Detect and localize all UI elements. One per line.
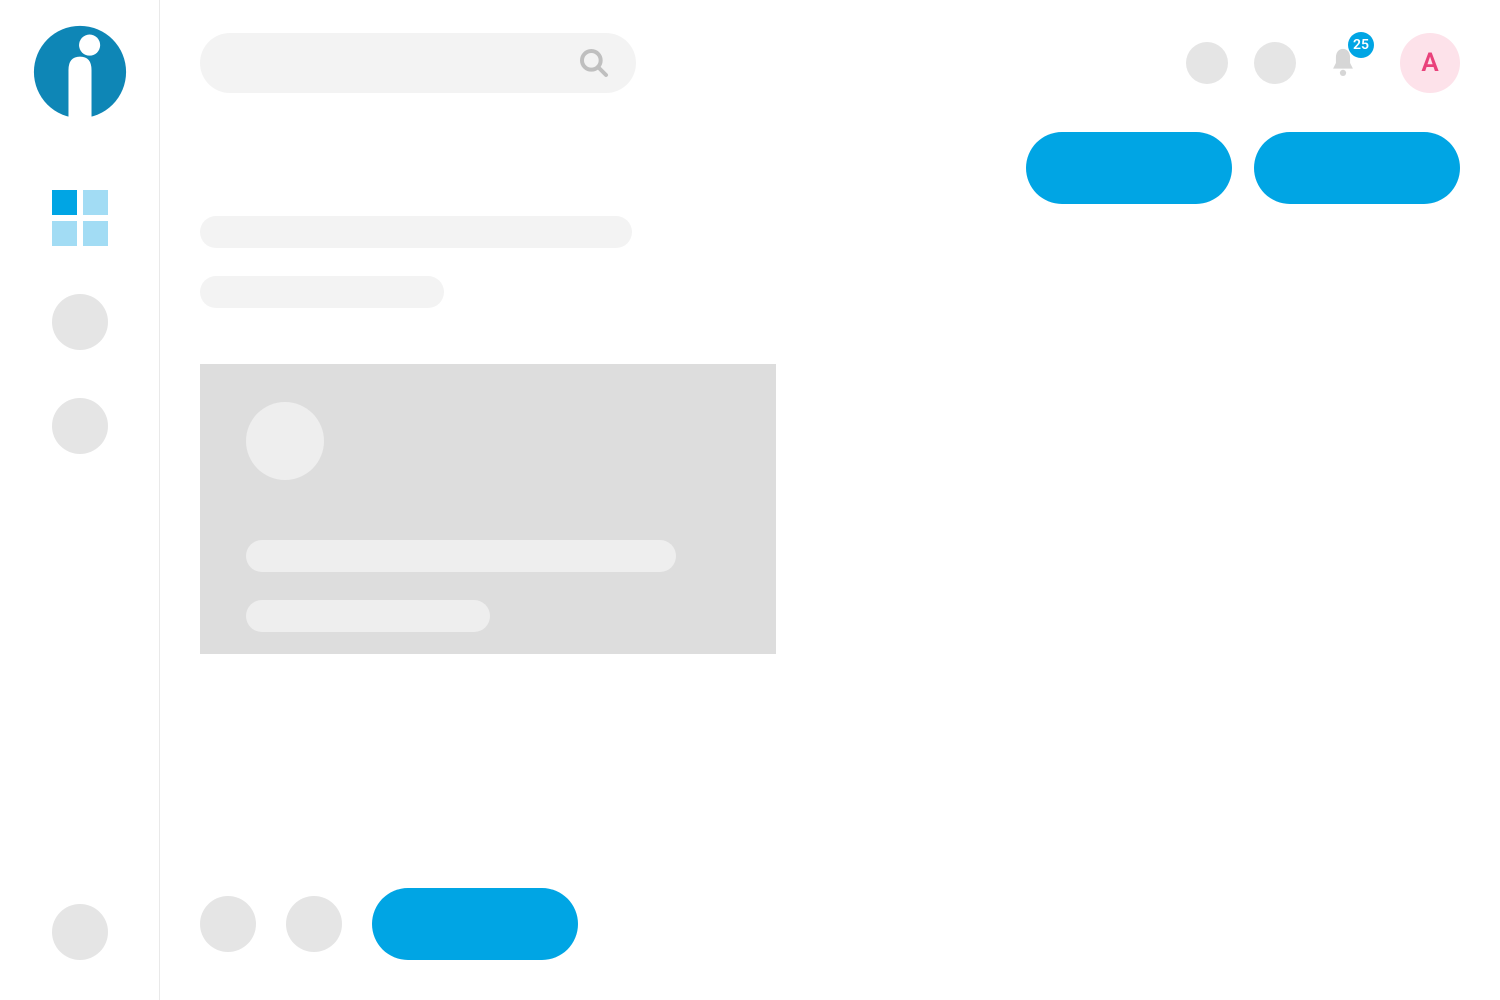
grid-icon-cell [52, 221, 77, 246]
sidebar-item-placeholder-2[interactable] [52, 398, 108, 454]
sidebar [0, 0, 160, 1000]
card-line-1-skeleton [246, 540, 676, 572]
main-area: 25 A [160, 0, 1500, 1000]
grid-icon-cell [83, 221, 108, 246]
card-line-2-skeleton [246, 600, 490, 632]
topbar-action-1[interactable] [1186, 42, 1228, 84]
topbar-action-2[interactable] [1254, 42, 1296, 84]
search-input[interactable] [200, 33, 636, 93]
page-subtitle-skeleton [200, 276, 444, 308]
notification-badge: 25 [1348, 32, 1374, 58]
header-actions [1026, 132, 1460, 204]
grid-icon-cell [83, 190, 108, 215]
content-area [200, 216, 1460, 654]
primary-action-button[interactable] [1026, 132, 1232, 204]
notifications-button[interactable]: 25 [1322, 42, 1364, 84]
grid-icon-cell [52, 190, 77, 215]
sidebar-item-bottom[interactable] [52, 904, 108, 960]
app-logo[interactable] [32, 24, 128, 120]
bottom-action-1[interactable] [200, 896, 256, 952]
secondary-action-button[interactable] [1254, 132, 1460, 204]
bottom-action-2[interactable] [286, 896, 342, 952]
bottom-toolbar [200, 888, 578, 960]
page-title-skeleton [200, 216, 632, 248]
topbar-right: 25 A [1186, 33, 1460, 93]
search-icon [578, 47, 610, 79]
bottom-primary-button[interactable] [372, 888, 578, 960]
card-avatar-skeleton [246, 402, 324, 480]
sidebar-item-placeholder-1[interactable] [52, 294, 108, 350]
sidebar-item-dashboard[interactable] [52, 190, 108, 246]
content-card [200, 364, 776, 654]
avatar[interactable]: A [1400, 33, 1460, 93]
topbar: 25 A [200, 30, 1460, 96]
avatar-initial: A [1421, 48, 1438, 78]
